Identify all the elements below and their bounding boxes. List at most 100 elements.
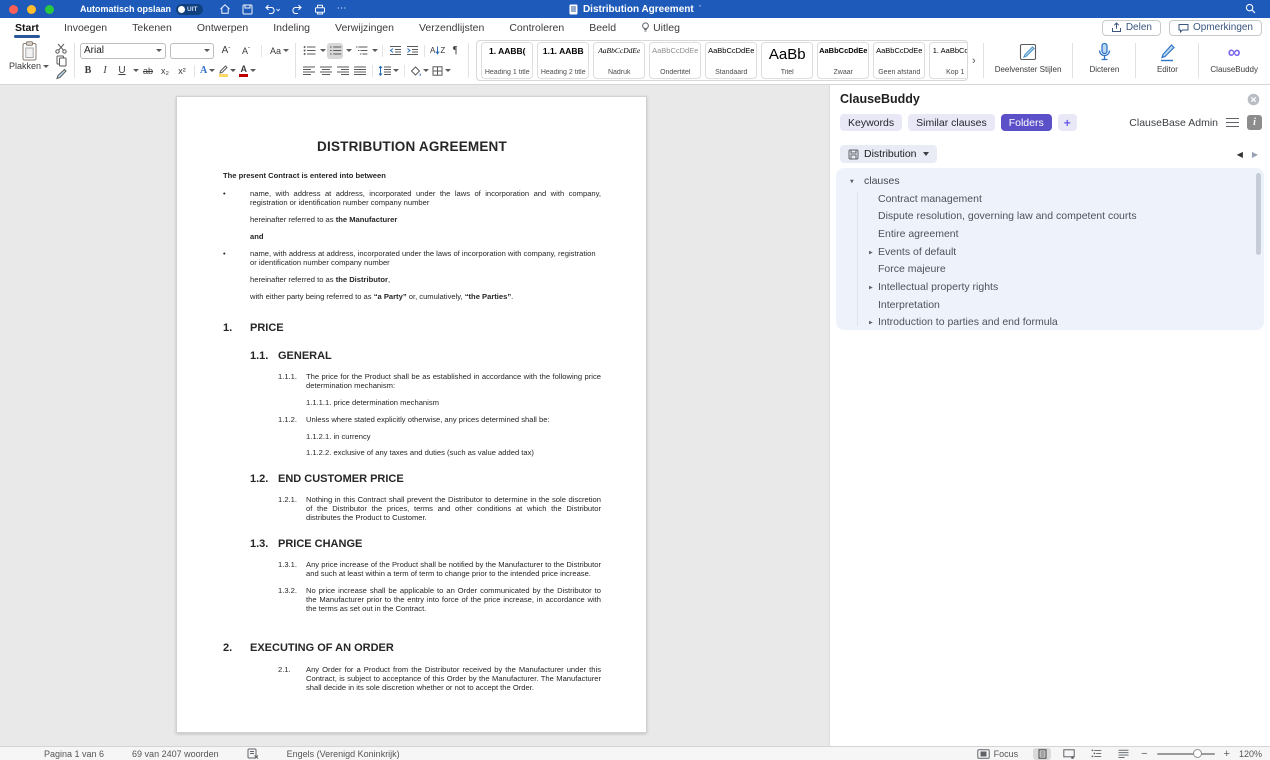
undo-icon[interactable] [264,4,280,15]
search-icon[interactable] [1245,3,1256,14]
bullet-paragraph[interactable]: • name, with address at address, incorpor… [223,249,601,267]
clause-item-dispute-resolution-governing-law-and-competent-courts[interactable]: Dispute resolution, governing law and co… [836,207,1264,225]
ribbon-tab-verwijzingen[interactable]: Verwijzingen [334,20,395,36]
home-icon[interactable] [219,3,231,15]
clause-item-interpretation[interactable]: Interpretation [836,296,1264,314]
numbered-subparagraph[interactable]: 1.1.2.1. in currency [306,432,601,441]
paragraph[interactable]: hereinafter referred to as the Distribut… [250,275,601,284]
clause-item-entire-agreement[interactable]: Entire agreement [836,225,1264,243]
clause-item-force-majeure[interactable]: Force majeure [836,260,1264,278]
chevron-down-icon[interactable]: ▾ [850,176,854,185]
zoom-level[interactable]: 120% [1239,749,1262,759]
change-case-button[interactable]: Aa [269,43,290,59]
clausebuddy-button[interactable]: ∞ ClauseBuddy [1204,40,1264,81]
bullet-paragraph[interactable]: • name, with address at address, incorpor… [223,189,601,207]
document-page[interactable]: DISTRIBUTION AGREEMENT The present Contra… [176,96,647,733]
numbered-list-dropdown-icon[interactable] [346,49,353,52]
chevron-right-icon[interactable]: ▸ [869,282,873,291]
panel-tab-folders[interactable]: Folders [1000,114,1052,131]
font-size-select[interactable] [170,42,214,59]
copy-button[interactable] [53,55,69,68]
style-zwaar[interactable]: AaBbCcDdEe Zwaar [817,42,870,79]
zoom-out-button[interactable]: − [1141,748,1147,760]
zoom-slider[interactable] [1156,748,1215,758]
font-name-select[interactable]: Arial [80,42,166,59]
chevron-right-icon[interactable]: ▸ [869,247,873,256]
zoom-in-button[interactable]: + [1224,748,1230,760]
borders-button[interactable] [431,63,452,79]
ribbon-tab-start[interactable]: Start [14,20,40,38]
page-forward-icon[interactable]: ▶ [1252,150,1258,159]
superscript-button[interactable]: x² [174,63,190,79]
numbered-paragraph-1-2-1[interactable]: 1.2.1. Nothing in this Contract shall pre… [278,495,601,522]
clause-item-intellectual-property-rights[interactable]: ▸ Intellectual property rights [836,278,1264,296]
clause-item-contract-management[interactable]: Contract management [836,190,1264,208]
shading-button[interactable] [409,63,430,79]
print-layout-view-button[interactable] [1033,747,1052,760]
editor-button[interactable]: Editor [1141,40,1193,81]
highlight-button[interactable] [217,63,237,79]
save-icon[interactable] [242,4,253,15]
cut-button[interactable] [53,42,69,55]
numbered-list-button[interactable] [327,42,344,59]
line-spacing-button[interactable] [377,63,400,79]
styles-gallery-more-button[interactable]: › [970,40,978,81]
more-options-icon[interactable]: ⋯ [337,4,347,14]
grow-font-button[interactable]: Aˆ [218,43,234,59]
clause-item-clauses[interactable]: ▾ clauses [836,172,1264,190]
section-heading-2-executing-of-an-order[interactable]: 2. EXECUTING OF AN ORDER [223,642,601,654]
show-paragraph-marks-button[interactable]: ¶ [447,43,463,59]
print-icon[interactable] [314,4,326,15]
decrease-indent-button[interactable] [387,43,403,59]
paragraph[interactable]: The present Contract is entered into bet… [223,171,601,180]
language-status[interactable]: Engels (Verenigd Koninkrijk) [287,749,400,759]
style-geen-afstand[interactable]: AaBbCcDdEe Geen afstand [873,42,926,79]
clause-item-introduction-to-parties-and-end-formula[interactable]: ▸ Introduction to parties and end formula [836,314,1264,331]
page-count[interactable]: Pagina 1 van 6 [44,749,104,759]
ribbon-tab-ontwerpen[interactable]: Ontwerpen [196,20,249,36]
account-name[interactable]: ClauseBase Admin [1129,117,1218,129]
numbered-paragraph-1-3-1[interactable]: 1.3.1. Any price increase of the Product … [278,560,601,578]
document-title[interactable]: Distribution Agreement ˇ [569,4,701,15]
document-heading-title[interactable]: DISTRIBUTION AGREEMENT [223,139,601,154]
numbered-paragraph-1-1-1[interactable]: 1.1.1. The price for the Product shall be… [278,372,601,390]
numbered-subparagraph[interactable]: 1.1.2.2. exclusive of any taxes and duti… [306,448,601,457]
window-close-button[interactable] [9,4,18,14]
underline-button[interactable]: U [114,63,130,79]
word-count[interactable]: 69 van 2407 woorden [132,749,219,759]
bullet-list-button[interactable] [301,43,317,59]
text-effects-button[interactable]: A [199,63,216,79]
bold-button[interactable]: B [80,63,96,79]
menu-icon[interactable] [1226,118,1239,127]
multilevel-list-dropdown-icon[interactable] [372,49,379,52]
info-icon[interactable]: i [1247,115,1262,130]
panel-tab-keywords[interactable]: Keywords [840,114,903,131]
share-button[interactable]: Delen [1101,19,1161,36]
page-back-icon[interactable]: ◀ [1237,150,1243,159]
paragraph[interactable]: hereinafter referred to as the Manufactu… [250,215,601,224]
ribbon-tab-controleren[interactable]: Controleren [508,20,565,36]
paste-button[interactable]: Plakken [8,41,50,81]
window-zoom-button[interactable] [45,4,54,14]
ribbon-tab-indeling[interactable]: Indeling [272,20,311,36]
clause-item-events-of-default[interactable]: ▸ Events of default [836,243,1264,261]
numbered-paragraph-2-1[interactable]: 2.1. Any Order for a Product from the Dis… [278,665,601,692]
chevron-right-icon[interactable]: ▸ [869,318,873,327]
increase-indent-button[interactable] [404,43,420,59]
section-heading-1-1-general[interactable]: 1.1. GENERAL [250,350,601,362]
style-standaard[interactable]: AaBbCcDdEe Standaard [705,42,758,79]
outline-view-button[interactable] [1087,748,1105,760]
format-painter-button[interactable] [53,67,69,80]
multilevel-list-button[interactable] [353,43,369,59]
numbered-subparagraph[interactable]: 1.1.1.1. price determination mechanism [306,398,601,407]
paragraph[interactable]: and [250,232,601,241]
style-kop-1[interactable]: 1. AaBbCcDd Kop 1 [929,42,968,79]
style-heading-2-title[interactable]: 1.1. AABB Heading 2 title [537,42,590,79]
draft-view-button[interactable] [1114,748,1132,760]
align-left-button[interactable] [301,63,317,79]
ribbon-tab-verzendlijsten[interactable]: Verzendlijsten [418,20,485,36]
align-center-button[interactable] [318,63,334,79]
deelvenster-stijlen-button[interactable]: Deelvenster Stijlen [989,40,1068,81]
style-heading-1-title[interactable]: 1. AABB(Heading 1 title [481,42,534,79]
subscript-button[interactable]: x₂ [157,63,173,79]
